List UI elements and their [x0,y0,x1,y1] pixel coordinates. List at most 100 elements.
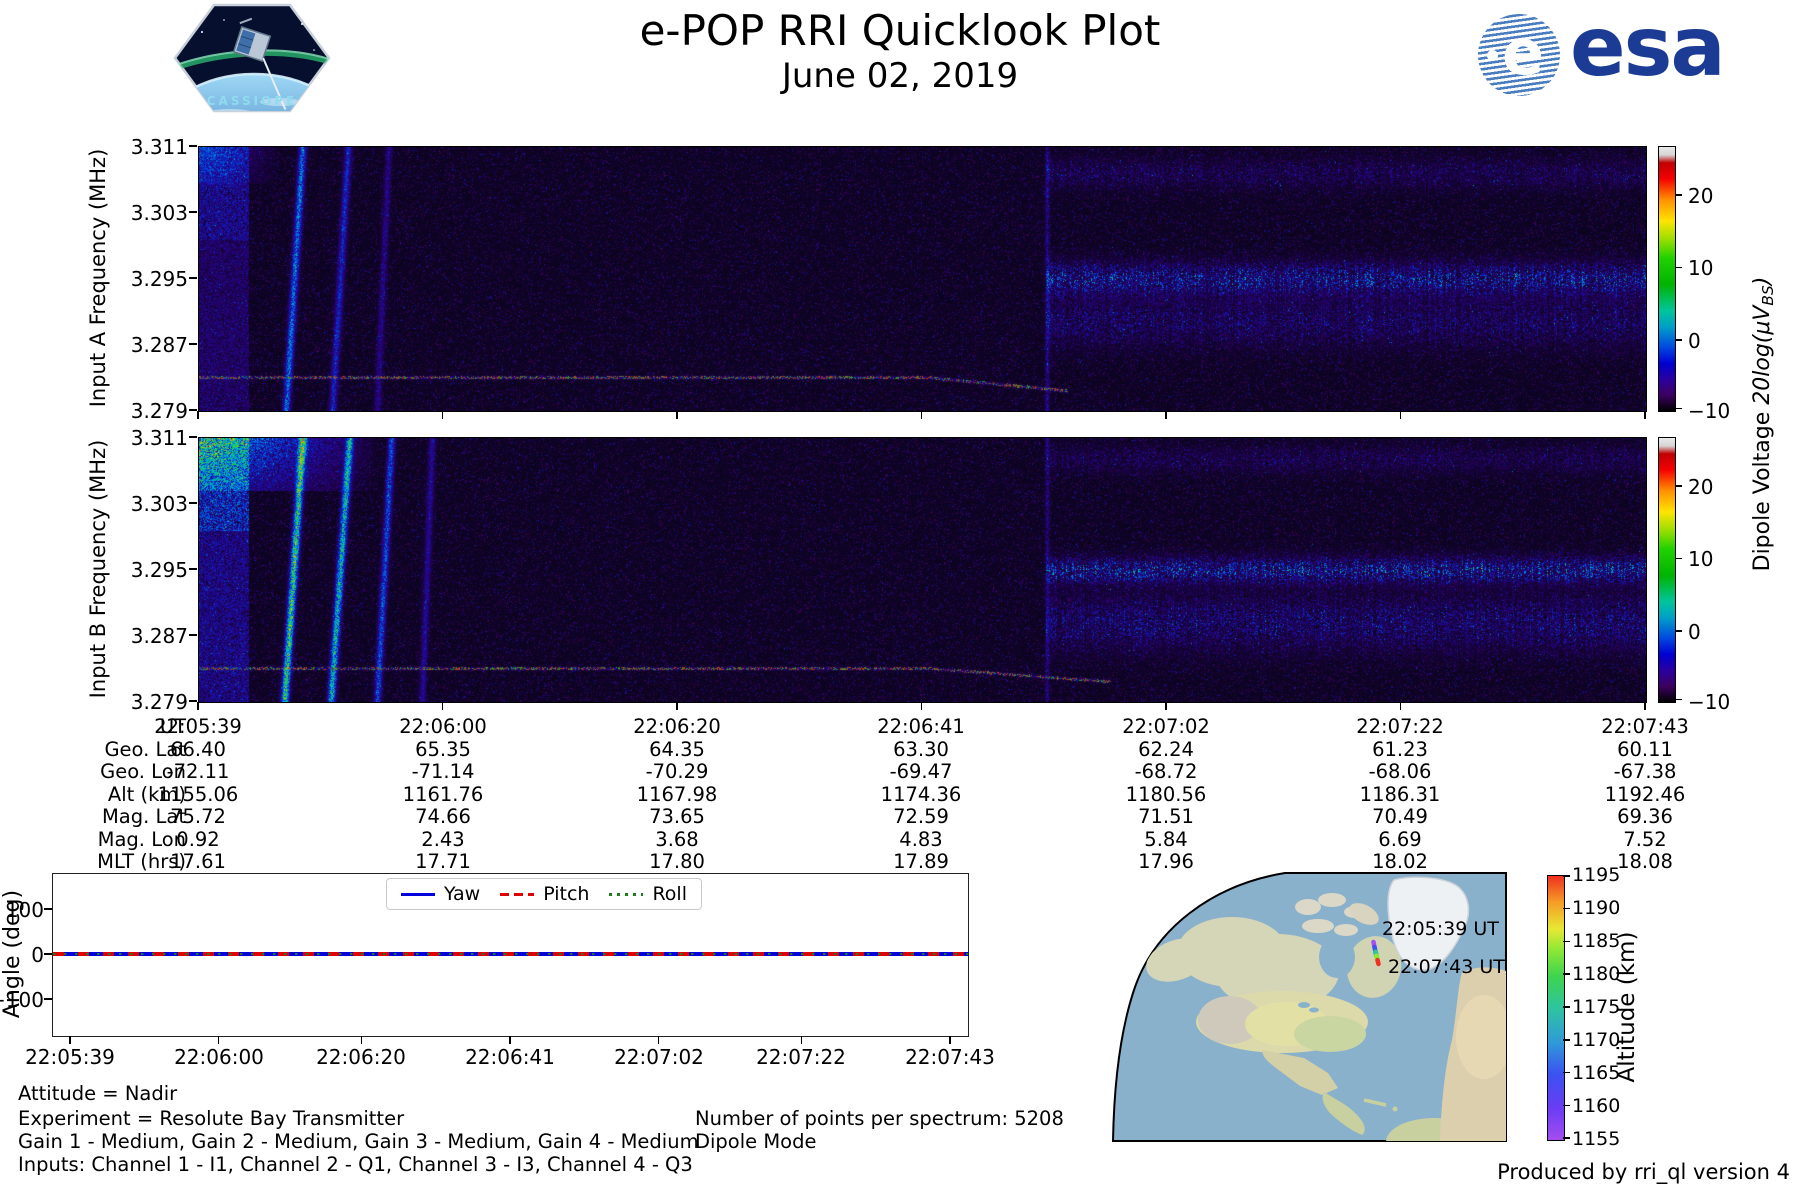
axis-tick [189,634,197,636]
ytick-label: 3.287 [130,624,188,648]
track-start-annotation: 22:05:39 UT [1382,918,1499,940]
ephemeris-cell: 5.84 [1144,827,1188,851]
colorbar-tick-label: 20 [1688,184,1714,208]
axis-tick [1399,411,1402,419]
axis-tick [1675,698,1682,701]
ytick-label: 3.311 [130,426,188,450]
ephemeris-cell: 70.49 [1372,805,1428,828]
ephemeris-cell: 65.35 [415,737,471,761]
altitude-colorbar-label: Altitude (km) [1614,931,1640,1083]
ytick-label: 3.287 [130,333,188,357]
xtick-label: 22:06:41 [465,1045,555,1069]
axis-tick [920,411,923,419]
axis-tick [441,702,444,710]
axis-tick [1563,875,1570,877]
ephemeris-cell: -69.47 [889,760,953,783]
ephemeris-cell: 73.65 [649,805,705,828]
ephemeris-cell: 1186.31 [1359,782,1441,806]
ytick-label: 3.279 [130,399,188,423]
axis-tick [44,998,52,1000]
ephemeris-cell: 22:05:39 [154,715,242,738]
ephemeris-cell: -67.38 [1613,760,1677,783]
ephemeris-cell: 71.51 [1138,805,1194,828]
ephemeris-cell: 1174.36 [880,782,962,806]
ytick-label: 0 [31,943,44,967]
legend-item-pitch: Pitch [500,883,589,905]
axis-tick [1675,407,1682,410]
track-end-annotation: 22:07:43 UT [1388,956,1505,978]
axis-tick [1644,702,1646,710]
ephemeris-cell: 17.80 [649,850,705,873]
cassiope-logo-text: CASSIOPE [207,94,298,108]
colorbar-tick-label: 10 [1688,547,1714,571]
ephemeris-cell: 1167.98 [636,782,718,806]
xtick-label: 22:05:39 [25,1045,115,1069]
axis-tick [1675,194,1682,196]
dipole-colorbar-label: Dipole Voltage 20log(μVBS) [1750,276,1777,572]
quicklook-figure: CASSIOPE e-POP RRI Quicklook Plot June 0… [0,0,1800,1200]
ephemeris-cell: 63.30 [893,737,949,761]
ephemeris-column: 22:06:41 63.30 -69.47 1174.36 72.59 4.83… [836,715,1006,874]
produced-by-note: Produced by rri_ql version 4 [1497,1160,1790,1184]
axis-tick [189,436,197,438]
colorbar-tick-label: 20 [1688,475,1714,499]
axis-tick [360,1036,363,1044]
altitude-colorbar [1547,875,1565,1141]
ephemeris-cell: 1155.06 [157,782,239,806]
colorbar-tick-label: −10 [1688,399,1731,423]
esa-logo-text: esa [1570,0,1726,95]
ephemeris-cell: 7.52 [1623,827,1667,851]
axis-tick [1563,1039,1570,1041]
axis-tick [1563,1006,1570,1008]
esa-logo: e esa [1478,0,1728,98]
ytick-label: 3.303 [130,492,188,516]
axis-tick [1563,1104,1570,1107]
xtick-label: 22:07:43 [905,1045,995,1069]
angle-plot-legend: Yaw Pitch Roll [386,878,702,910]
axis-tick [1675,339,1682,341]
colorbar-tick-label: −10 [1688,690,1731,714]
ephemeris-cell: 6.69 [1378,827,1422,851]
ephemeris-cell: -68.72 [1134,760,1198,783]
ephemeris-cell: 1192.46 [1604,782,1686,806]
ytick-label: 100 [5,898,44,922]
ephemeris-column: 22:06:20 64.35 -70.29 1167.98 73.65 3.68… [592,715,762,874]
mode-note: Dipole Mode [695,1130,817,1153]
ephemeris-column: 22:06:00 65.35 -71.14 1161.76 74.66 2.43… [358,715,528,874]
ephemeris-cell: 72.59 [893,805,949,828]
axis-tick [189,568,197,570]
axis-tick [69,1036,71,1044]
axis-tick [676,702,678,710]
esa-star-icon [1487,50,1498,61]
axis-tick [1563,1071,1570,1074]
points-note: Number of points per spectrum: 5208 [695,1107,1064,1130]
axis-tick [1563,940,1570,943]
ephemeris-cell: 22:07:22 [1356,715,1444,738]
ephemeris-cell: 2.43 [421,827,465,851]
gains-note: Gain 1 - Medium, Gain 2 - Medium, Gain 3… [18,1130,699,1153]
axis-tick [1563,973,1570,975]
axis-tick [920,702,923,710]
axis-tick [189,343,197,345]
axis-tick [217,1036,220,1044]
colorbar-tick-label: 0 [1688,620,1701,644]
roll-line [53,952,968,955]
axis-tick [441,411,444,419]
xtick-label: 22:06:00 [174,1045,264,1069]
axis-tick [657,1036,660,1044]
ephemeris-cell: 17.89 [893,850,949,873]
ephemeris-cell: 22:07:43 [1601,715,1689,738]
axis-tick [1644,411,1646,419]
ephemeris-cell: 60.11 [1617,737,1673,761]
axis-tick [189,409,197,411]
axis-tick [509,1036,511,1044]
ytick-label: 3.295 [130,267,188,291]
ephemeris-cell: 17.61 [170,850,226,873]
legend-item-roll: Roll [609,883,687,905]
axis-tick [1563,1137,1570,1139]
axis-tick [189,277,197,279]
axis-tick [189,145,197,147]
ephemeris-cell: 17.96 [1138,850,1194,873]
axis-tick [44,953,52,955]
ephemeris-cell: 62.24 [1138,737,1194,761]
